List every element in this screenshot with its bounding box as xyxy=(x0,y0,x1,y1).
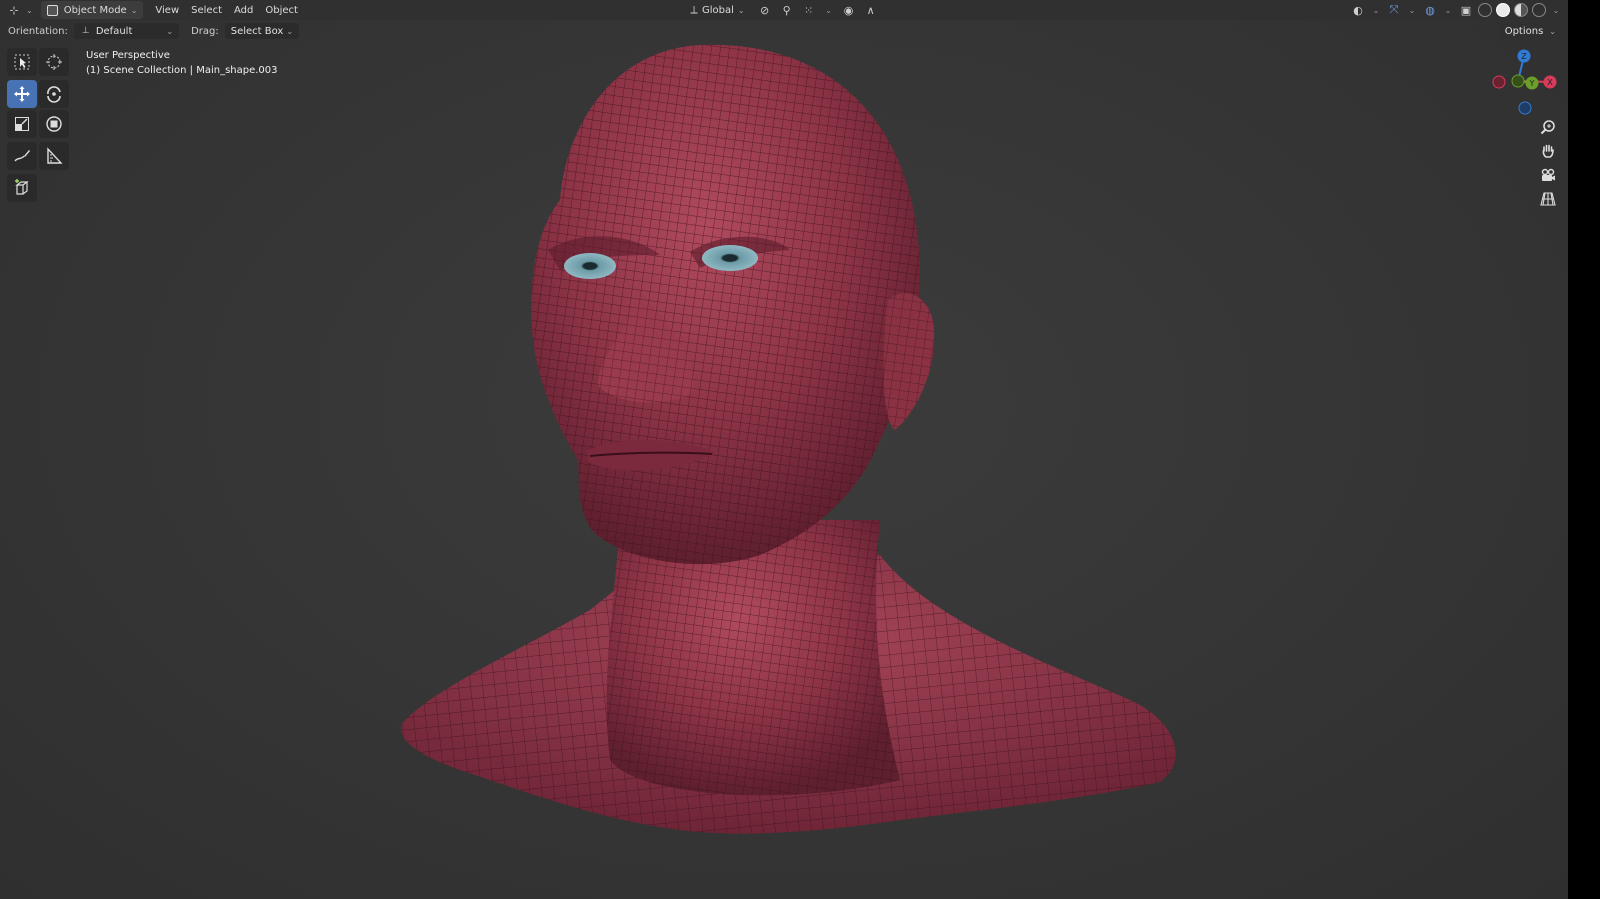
zoom-icon xyxy=(1540,120,1555,135)
object-mode-icon xyxy=(46,4,58,16)
chevron-down-icon[interactable]: ⌄ xyxy=(1370,2,1382,18)
transform-orientation-label: Global xyxy=(702,4,734,16)
axis-neg-x[interactable] xyxy=(1492,75,1506,89)
mode-label: Object Mode xyxy=(63,4,127,16)
editor-type-icon: ⊹ xyxy=(9,3,19,17)
chevron-down-icon: ⌄ xyxy=(286,26,294,36)
mode-dropdown[interactable]: Object Mode ⌄ xyxy=(40,1,144,19)
rotate-icon xyxy=(47,86,61,103)
drag-dropdown[interactable]: Select Box ⌄ xyxy=(224,23,300,39)
view-name: User Perspective xyxy=(86,50,170,61)
gizmo-toggle-icon[interactable]: ⤧ xyxy=(1386,2,1402,18)
solid-shading-icon[interactable] xyxy=(1496,3,1510,17)
xray-toggle-icon[interactable]: ▣ xyxy=(1458,2,1474,18)
snap-icon[interactable]: ⚲ xyxy=(779,2,795,18)
orientation-value: Default xyxy=(95,25,133,37)
chevron-down-icon[interactable]: ⌄ xyxy=(1442,2,1454,18)
visibility-eye-icon[interactable]: ◐ xyxy=(1350,2,1366,18)
tool-annotate[interactable] xyxy=(7,142,37,170)
axis-neg-y[interactable] xyxy=(1511,74,1525,88)
select-box-icon xyxy=(14,54,30,70)
snap-grid-icon[interactable]: ⁙ xyxy=(801,2,817,18)
transform-icon xyxy=(46,116,62,132)
3d-viewport[interactable] xyxy=(0,42,1568,899)
scale-icon xyxy=(15,117,29,131)
measure-icon xyxy=(47,147,63,164)
orientation-dropdown[interactable]: ⊥ Default ⌄ xyxy=(73,23,180,39)
tool-move[interactable] xyxy=(7,80,37,108)
chevron-down-icon[interactable]: ⌄ xyxy=(823,2,835,18)
chevron-down-icon: ⌄ xyxy=(737,5,745,15)
tool-rotate[interactable] xyxy=(39,80,69,108)
tool-settings-bar: Orientation: ⊥ Default ⌄ Drag: Select Bo… xyxy=(0,20,1568,42)
overlays-icon[interactable]: ◍ xyxy=(1422,2,1438,18)
material-preview-icon[interactable] xyxy=(1514,3,1528,17)
left-eye xyxy=(564,253,616,279)
axis-y-label: Y xyxy=(1529,79,1535,88)
drag-label: Drag: xyxy=(191,25,219,37)
pan-hand-icon xyxy=(1542,144,1554,158)
right-eye xyxy=(702,245,758,271)
menu-view[interactable]: View xyxy=(149,1,185,19)
orientation-axes-icon: ⊥ xyxy=(81,26,90,36)
cursor-icon xyxy=(46,54,62,70)
tool-transform[interactable] xyxy=(39,110,69,138)
grid-view-icon xyxy=(1540,192,1556,206)
zoom-button[interactable] xyxy=(1537,116,1559,138)
proportional-edit-icon[interactable]: ◉ xyxy=(841,2,857,18)
chevron-down-icon: ⌄ xyxy=(130,5,138,15)
camera-icon xyxy=(1541,168,1555,181)
annotate-icon xyxy=(14,150,30,162)
add-cube-icon xyxy=(15,179,29,195)
drag-value: Select Box xyxy=(230,25,284,37)
editor-type-button[interactable]: ⊹ ⌄ xyxy=(0,1,39,19)
chevron-down-icon[interactable]: ⌄ xyxy=(1406,2,1418,18)
pivot-point-icon[interactable]: ⊘ xyxy=(757,2,773,18)
chevron-down-icon: ⌄ xyxy=(1549,26,1556,36)
chevron-down-icon[interactable]: ⌄ xyxy=(1550,2,1562,18)
tool-scale[interactable] xyxy=(7,110,37,138)
orientation-axes-icon: ⟂ xyxy=(690,3,698,16)
falloff-curve-icon[interactable]: ∧ xyxy=(863,2,879,18)
blender-window: ⊹ ⌄ Object Mode ⌄ View Select Add Object … xyxy=(0,0,1600,899)
collection-info: (1) Scene Collection | Main_shape.003 xyxy=(86,65,278,76)
menu-select[interactable]: Select xyxy=(185,1,228,19)
viewport-header: ⊹ ⌄ Object Mode ⌄ View Select Add Object … xyxy=(0,0,1568,20)
viewport-info: User Perspective (1) Scene Collection | … xyxy=(86,48,278,78)
navigation-gizmo[interactable]: X Y Z xyxy=(1490,48,1564,118)
chevron-down-icon: ⌄ xyxy=(26,5,33,15)
pan-button[interactable] xyxy=(1537,140,1559,162)
axis-z-label: Z xyxy=(1521,52,1527,61)
move-icon xyxy=(14,86,30,102)
menu-object[interactable]: Object xyxy=(259,1,304,19)
camera-view-button[interactable] xyxy=(1537,164,1559,186)
rendered-shading-icon[interactable] xyxy=(1532,3,1546,17)
wireframe-shading-icon[interactable] xyxy=(1478,3,1492,17)
transform-orientation-dropdown[interactable]: ⟂ Global ⌄ xyxy=(680,1,751,19)
axis-neg-z[interactable] xyxy=(1518,101,1532,115)
tool-cursor[interactable] xyxy=(39,48,69,76)
orientation-label: Orientation: xyxy=(8,25,68,37)
axis-x-label: X xyxy=(1547,78,1553,87)
options-label: Options xyxy=(1504,25,1544,37)
perspective-toggle-button[interactable] xyxy=(1537,188,1559,210)
tool-measure[interactable] xyxy=(39,142,69,170)
chevron-down-icon: ⌄ xyxy=(166,26,174,36)
menu-add[interactable]: Add xyxy=(228,1,259,19)
tool-select-box[interactable] xyxy=(7,48,37,76)
tool-add-cube[interactable] xyxy=(7,174,37,202)
options-dropdown[interactable]: Options ⌄ xyxy=(1498,23,1562,39)
